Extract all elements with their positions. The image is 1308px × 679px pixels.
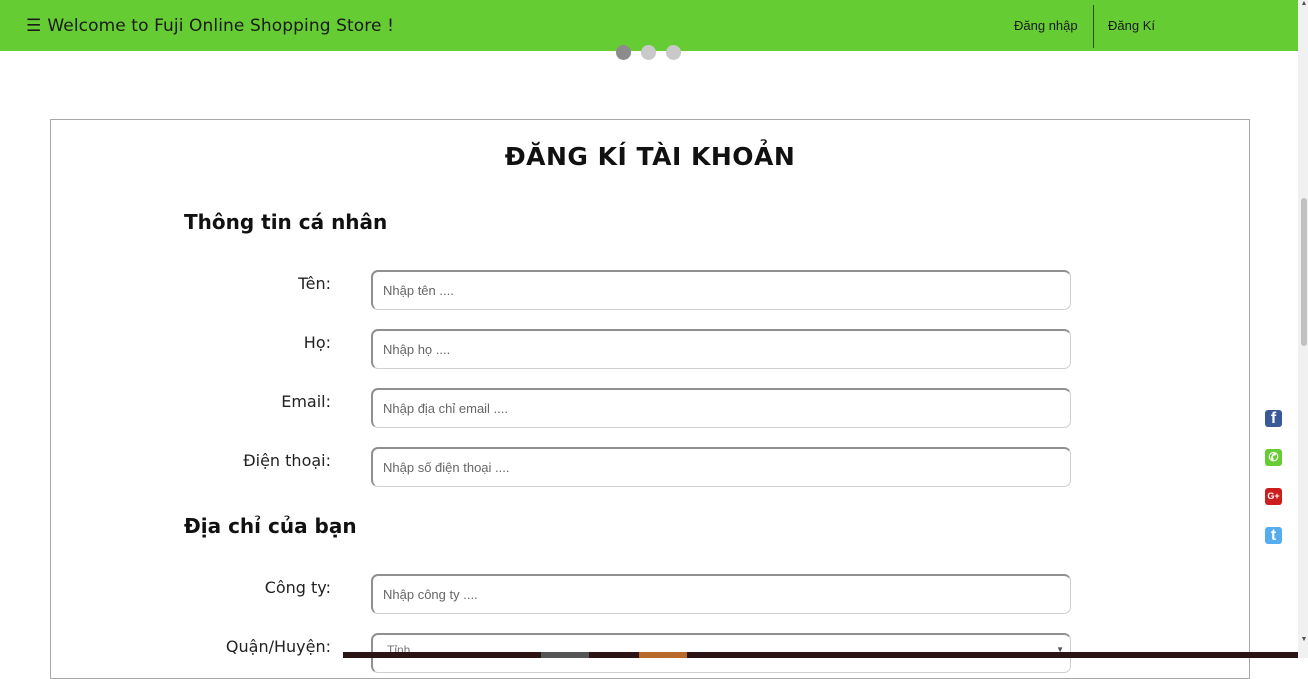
- taskbar-segment: [639, 652, 687, 658]
- personal-info-heading: Thông tin cá nhân: [184, 210, 388, 234]
- carousel-indicators: [616, 45, 681, 60]
- phone-icon[interactable]: ✆: [1265, 449, 1282, 466]
- address-heading: Địa chỉ của bạn: [184, 514, 357, 538]
- bottom-taskbar-strip: [343, 652, 1298, 658]
- facebook-icon[interactable]: f: [1265, 410, 1282, 427]
- scrollbar-thumb[interactable]: [1301, 198, 1307, 346]
- scroll-up-icon[interactable]: ▲: [1300, 0, 1308, 8]
- last-name-field[interactable]: [371, 329, 1071, 369]
- google-plus-glyph: G+: [1267, 491, 1280, 501]
- register-link[interactable]: Đăng Kí: [1108, 18, 1155, 33]
- top-header-bar: ☰ Welcome to Fuji Online Shopping Store !…: [0, 0, 1298, 51]
- phone-field[interactable]: [371, 447, 1071, 487]
- first-name-field[interactable]: [371, 270, 1071, 310]
- first-name-label: Tên:: [298, 274, 331, 293]
- email-field[interactable]: [371, 388, 1071, 428]
- scroll-down-icon[interactable]: ▼: [1300, 636, 1308, 646]
- email-label: Email:: [281, 392, 331, 411]
- carousel-dot-3[interactable]: [666, 45, 681, 60]
- store-brand[interactable]: ☰ Welcome to Fuji Online Shopping Store !: [26, 16, 394, 36]
- company-label: Công ty:: [264, 578, 331, 597]
- phone-glyph: ✆: [1268, 450, 1279, 464]
- registration-card: ĐĂNG KÍ TÀI KHOẢN Thông tin cá nhân Tên:…: [50, 119, 1250, 679]
- page-title: ĐĂNG KÍ TÀI KHOẢN: [504, 142, 796, 171]
- district-label: Quận/Huyện:: [225, 637, 331, 656]
- carousel-dot-2[interactable]: [641, 45, 656, 60]
- twitter-icon[interactable]: t: [1265, 527, 1282, 544]
- twitter-glyph: t: [1270, 527, 1277, 544]
- company-field[interactable]: [371, 574, 1071, 614]
- nav-divider: [1093, 5, 1094, 48]
- brand-text: Welcome to Fuji Online Shopping Store !: [47, 16, 394, 36]
- phone-label: Điện thoại:: [243, 451, 331, 470]
- google-plus-icon[interactable]: G+: [1265, 488, 1282, 505]
- facebook-glyph: f: [1270, 410, 1277, 427]
- taskbar-segment: [541, 652, 589, 658]
- login-link[interactable]: Đăng nhập: [1014, 18, 1078, 33]
- last-name-label: Họ:: [303, 333, 331, 352]
- menu-icon[interactable]: ☰: [26, 16, 41, 36]
- carousel-dot-1[interactable]: [616, 45, 631, 60]
